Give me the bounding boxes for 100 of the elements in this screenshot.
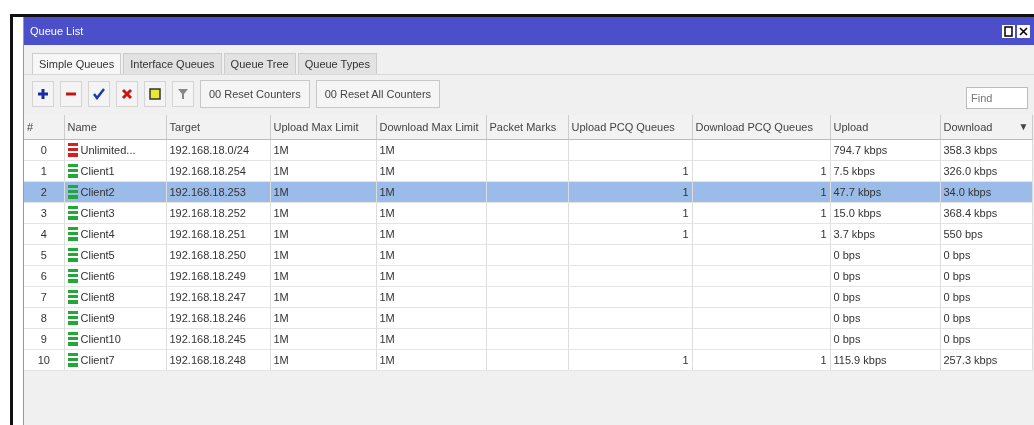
check-icon — [93, 88, 105, 100]
check-button[interactable] — [88, 81, 110, 107]
table-cell: 1 — [692, 202, 830, 224]
table-cell: 0 bps — [940, 328, 1032, 350]
table-cell: 1 — [24, 160, 64, 182]
table-cell: 192.168.18.246 — [166, 307, 270, 329]
tab[interactable]: Interface Queues — [123, 53, 222, 74]
tab[interactable]: Queue Tree — [223, 53, 296, 74]
table-cell: 192.168.18.254 — [166, 160, 270, 182]
table-cell: 358.3 kbps — [940, 139, 1032, 161]
table-cell: 115.9 kbps — [830, 349, 940, 371]
table-cell: 34.0 kbps — [940, 181, 1032, 203]
table-cell: 1M — [270, 244, 376, 266]
column-header[interactable]: Target — [166, 115, 270, 140]
table-cell: 0 bps — [830, 328, 940, 350]
table-cell: 1M — [376, 286, 486, 308]
table-cell: 192.168.18.245 — [166, 328, 270, 350]
table-cell: 0 — [24, 139, 64, 161]
table-cell: 1 — [692, 181, 830, 203]
plus-icon — [37, 88, 49, 100]
table-cell: 192.168.18.251 — [166, 223, 270, 245]
window-title: Queue List — [30, 25, 84, 37]
table-row[interactable]: 8 Client9 192.168.18.246 1M 1M 0 bps 0 bps — [24, 307, 1032, 329]
note-button[interactable] — [144, 81, 166, 107]
table-cell: 1 — [568, 202, 692, 224]
table-cell: 1M — [270, 349, 376, 371]
table-cell: Client6 — [80, 270, 115, 282]
table-cell: 1M — [270, 307, 376, 329]
plus-button[interactable] — [32, 81, 54, 107]
table-cell: 2 — [24, 181, 64, 203]
table-cell: 1M — [270, 202, 376, 224]
table-cell: 1 — [692, 223, 830, 245]
table-row[interactable]: 0 Unlimited... 192.168.18.0/24 1M 1M 794.7 kbps 358.3 kbps — [24, 139, 1032, 161]
cross-icon — [121, 88, 133, 100]
table-cell: 4 — [24, 223, 64, 245]
table-cell: 47.7 kbps — [830, 181, 940, 203]
table-cell: 192.168.18.252 — [166, 202, 270, 224]
table-row[interactable]: 5 Client5 192.168.18.250 1M 1M 0 bps 0 bps — [24, 244, 1032, 266]
table-cell: Client4 — [80, 228, 115, 240]
table-cell: 1M — [270, 223, 376, 245]
filter-icon — [177, 88, 189, 100]
column-header[interactable]: Download PCQ Queues — [692, 115, 830, 140]
column-header[interactable]: Upload — [830, 115, 940, 140]
maximize-icon[interactable] — [1002, 24, 1015, 38]
table-cell: 1 — [568, 160, 692, 182]
cross-button[interactable] — [116, 81, 138, 107]
column-header[interactable]: # — [24, 115, 64, 140]
close-icon[interactable] — [1017, 24, 1030, 38]
table-cell: 1 — [568, 349, 692, 371]
table-row[interactable]: 7 Client8 192.168.18.247 1M 1M 0 bps 0 bps — [24, 286, 1032, 308]
table-cell: 1 — [692, 349, 830, 371]
table-cell: Unlimited... — [80, 144, 136, 156]
table-cell: 1M — [376, 307, 486, 329]
table-cell: 9 — [24, 328, 64, 350]
table-cell: 0 bps — [830, 244, 940, 266]
table-cell: 794.7 kbps — [830, 139, 940, 161]
find-field[interactable]: Find — [966, 87, 1028, 109]
table-row[interactable]: 10 Client7 192.168.18.248 1M 1M 1 1 115.9 kbps 257.3 kbps — [24, 349, 1032, 371]
filter-button[interactable] — [172, 81, 194, 107]
table-row[interactable]: 4 Client4 192.168.18.251 1M 1M 1 1 3.7 kbps 550 bps — [24, 223, 1032, 245]
table-cell: 7.5 kbps — [830, 160, 940, 182]
table-cell: 192.168.18.250 — [166, 244, 270, 266]
table-cell: 1M — [376, 160, 486, 182]
table-cell: 368.4 kbps — [940, 202, 1032, 224]
table-cell: 192.168.18.249 — [166, 265, 270, 287]
reset-button[interactable]: 00 Reset Counters — [200, 80, 310, 108]
column-header[interactable]: Name — [64, 115, 166, 140]
table-cell: Client9 — [80, 312, 115, 324]
table-cell: 3.7 kbps — [830, 223, 940, 245]
column-header[interactable]: Download ▼ — [940, 115, 1032, 140]
table-cell: 1 — [568, 181, 692, 203]
column-header[interactable]: Packet Marks — [486, 115, 568, 140]
table-row[interactable]: 3 Client3 192.168.18.252 1M 1M 1 1 15.0 kbps 368.4 kbps — [24, 202, 1032, 224]
table-cell: 6 — [24, 265, 64, 287]
table-cell: 192.168.18.0/24 — [166, 139, 270, 161]
table-cell: 0 bps — [830, 286, 940, 308]
table-row[interactable]: 9 Client10 192.168.18.245 1M 1M 0 bps 0 bps — [24, 328, 1032, 350]
table-cell: 10 — [24, 349, 64, 371]
table-cell: 192.168.18.248 — [166, 349, 270, 371]
tab[interactable]: Simple Queues — [32, 53, 122, 74]
table-cell: 0 bps — [940, 244, 1032, 266]
table-cell: 1 — [692, 160, 830, 182]
tab[interactable]: Queue Types — [297, 53, 377, 74]
reset-button[interactable]: 00 Reset All Counters — [315, 80, 441, 108]
column-header[interactable]: Download Max Limit — [376, 115, 486, 140]
table-row[interactable]: 1 Client1 192.168.18.254 1M 1M 1 1 7.5 kbps 326.0 kbps — [24, 160, 1032, 182]
table-row[interactable]: 6 Client6 192.168.18.249 1M 1M 0 bps 0 bps — [24, 265, 1032, 287]
table-cell: Client1 — [80, 165, 115, 177]
table-cell: 1M — [270, 139, 376, 161]
table-cell: 1M — [270, 181, 376, 203]
table-cell: Client8 — [80, 291, 115, 303]
table-cell: 1M — [376, 244, 486, 266]
table-cell: 0 bps — [940, 307, 1032, 329]
column-header[interactable]: Upload Max Limit — [270, 115, 376, 140]
sort-indicator[interactable]: ▼ — [1018, 121, 1029, 132]
table-cell: 0 bps — [940, 265, 1032, 287]
table-cell: 8 — [24, 307, 64, 329]
minus-button[interactable] — [60, 81, 82, 107]
column-header[interactable]: Upload PCQ Queues — [568, 115, 692, 140]
table-row[interactable]: 2 Client2 192.168.18.253 1M 1M 1 1 47.7 kbps 34.0 kbps — [24, 181, 1032, 203]
